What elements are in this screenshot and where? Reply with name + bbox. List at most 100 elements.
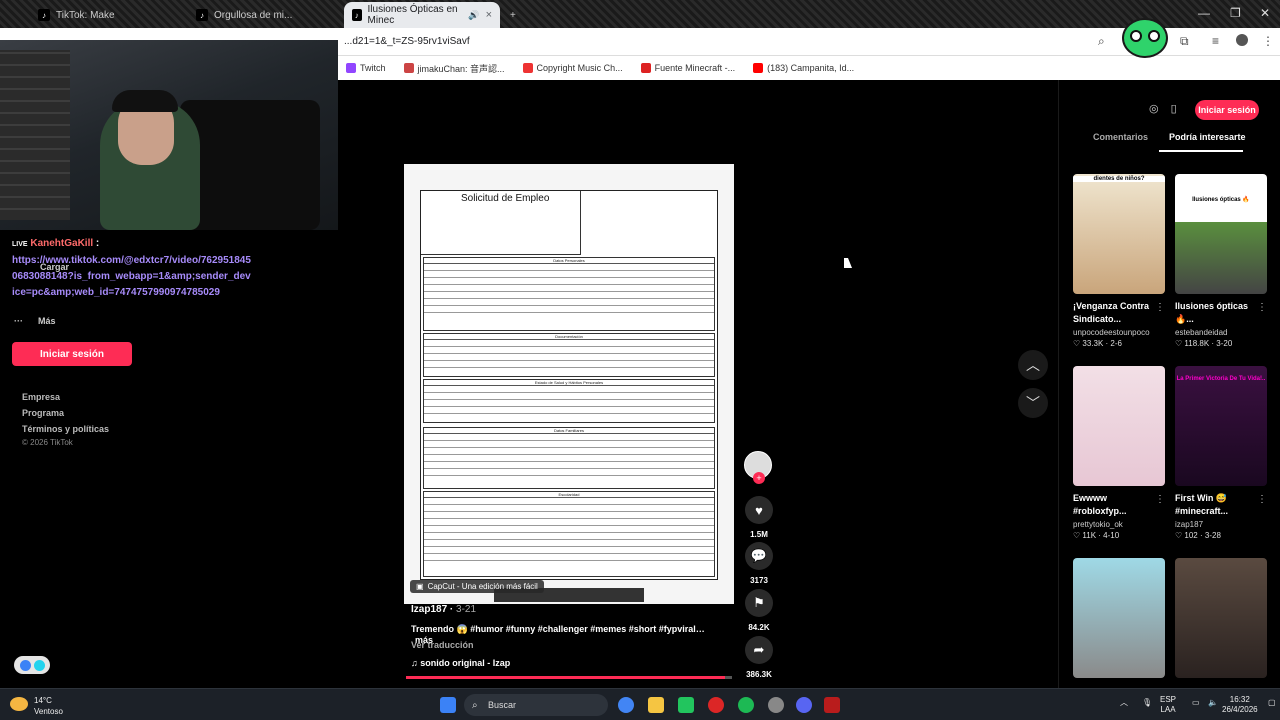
tab-podria-interesarte[interactable]: Podría interesarte — [1169, 132, 1246, 142]
profile-avatar[interactable] — [1236, 34, 1248, 46]
video-card[interactable]: Ewwww #robloxfyp... prettytokio_ok ♡ 11K… — [1073, 366, 1165, 540]
toggle-pill[interactable] — [14, 656, 50, 674]
menu-icon[interactable]: ⋮ — [1262, 34, 1274, 48]
minimize-icon[interactable]: — — [1198, 6, 1210, 20]
url-field[interactable]: ...d21=1&_t=ZS-95rv1viSavf — [340, 32, 1120, 52]
login-button-top[interactable]: Iniciar sesión — [1195, 100, 1259, 120]
extensions-icon[interactable]: ⧉ — [1180, 34, 1189, 49]
footer-terminos[interactable]: Términos y políticas — [22, 424, 109, 434]
app-icon[interactable] — [824, 697, 840, 713]
bookmark-twitch[interactable]: Twitch — [346, 63, 386, 73]
streamer-cap — [112, 90, 178, 112]
footer-empresa[interactable]: Empresa — [22, 392, 60, 402]
new-tab-button[interactable]: + — [502, 4, 522, 26]
discord-icon[interactable] — [796, 697, 812, 713]
video-thumbnail[interactable]: dientes de niños? — [1073, 174, 1165, 294]
tab-tiktok[interactable]: ♪ TikTok: Make — [30, 4, 180, 26]
nav-mas[interactable]: Más — [38, 316, 56, 326]
card-menu-icon[interactable]: ⋮ — [1155, 494, 1165, 505]
video-thumbnail[interactable]: La Primer Victoria De Tu Vida!.. — [1175, 366, 1267, 486]
card-menu-icon[interactable]: ⋮ — [1155, 302, 1165, 313]
opera-icon[interactable] — [708, 697, 724, 713]
nav-cargar[interactable]: Cargar — [40, 262, 69, 272]
close-icon[interactable]: × — [486, 9, 492, 21]
clock[interactable]: 16:32 26/4/2026 — [1222, 695, 1258, 715]
xbox-icon[interactable] — [678, 697, 694, 713]
tab-tiktok-2[interactable]: ♪ Orgullosa de mi... — [188, 4, 338, 26]
comment-action[interactable]: 💬 3173 — [744, 542, 774, 585]
maximize-icon[interactable]: ❐ — [1230, 6, 1241, 20]
bookmark-fuente[interactable]: Fuente Minecraft -... — [640, 63, 735, 73]
tab-title: TikTok: Make — [56, 9, 115, 21]
phone-icon[interactable]: ▯ — [1171, 102, 1177, 115]
next-video-button[interactable]: ﹀ — [1018, 388, 1048, 418]
reading-list-icon[interactable]: ≡ — [1212, 34, 1219, 48]
volume-icon[interactable]: 🔈 — [1208, 698, 1218, 708]
chat-badge: LIVE — [12, 241, 28, 248]
video-thumbnail[interactable]: Ilusiones ópticas 🔥 — [1175, 174, 1267, 294]
video-card[interactable]: dientes de niños? ¡Venganza Contra Sindi… — [1073, 174, 1165, 348]
browser-tab-bar: ♪ TikTok: Make ♪ Orgullosa de mi... ♪ Il… — [0, 0, 1280, 28]
doc-title: Solicitud de Empleo — [461, 193, 550, 204]
music-icon — [522, 63, 533, 73]
zoom-icon[interactable]: ⌕ — [1098, 34, 1105, 49]
video-progress-bar[interactable] — [406, 676, 732, 679]
tab-title: Orgullosa de mi... — [214, 9, 293, 21]
creator-avatar[interactable]: + — [744, 451, 772, 484]
language-indicator[interactable]: ESP LAA — [1160, 695, 1176, 715]
footer-programa[interactable]: Programa — [22, 408, 64, 418]
video-card[interactable] — [1175, 558, 1267, 678]
comment-icon[interactable]: 💬 — [745, 542, 773, 570]
video-card[interactable]: La Primer Victoria De Tu Vida!.. First W… — [1175, 366, 1267, 540]
notification-icon[interactable]: ▢ — [1268, 698, 1276, 708]
video-author[interactable]: Izap187 · 3-21 — [411, 604, 476, 615]
tray-chevron-icon[interactable]: ︿ — [1120, 698, 1128, 708]
taskbar-search[interactable]: ⌕ Buscar — [464, 694, 608, 716]
monitor-icon[interactable]: ▭ — [1192, 698, 1200, 708]
follow-plus-icon[interactable]: + — [753, 472, 765, 484]
frog-sticker — [1122, 18, 1168, 58]
more-icon[interactable]: ··· — [14, 316, 23, 326]
bookmark-campanita[interactable]: (183) Campanita, Id... — [753, 63, 854, 73]
video-thumbnail[interactable] — [1073, 366, 1165, 486]
file-explorer-icon[interactable] — [648, 697, 664, 713]
weather-widget[interactable]: 14°C Ventoso — [34, 695, 63, 717]
windows-start-icon[interactable] — [440, 697, 456, 713]
like-action[interactable]: ♥ 1.5M — [744, 496, 774, 539]
video-card[interactable]: Ilusiones ópticas 🔥 Ilusiones ópticas 🔥.… — [1175, 174, 1267, 348]
sound-link[interactable]: ♫ sonido original - Izap — [411, 658, 510, 668]
bookmark-icon[interactable]: ⚑ — [745, 589, 773, 617]
share-action[interactable]: ➦ 386.3K — [744, 636, 774, 679]
heart-outline-icon: ♡ — [1175, 531, 1183, 540]
save-action[interactable]: ⚑ 84.2K — [744, 589, 774, 632]
spotify-icon[interactable] — [738, 697, 754, 713]
doc-section: Documentación — [423, 333, 715, 377]
bookmark-jimaku[interactable]: jimakuChan: 音声認... — [403, 62, 505, 75]
chrome-icon[interactable] — [618, 697, 634, 713]
window-close-icon[interactable]: ✕ — [1260, 6, 1270, 20]
previous-video-button[interactable]: ︿ — [1018, 350, 1048, 380]
heart-icon[interactable]: ♥ — [745, 496, 773, 524]
job-application-document: Solicitud de Empleo Datos Personales Doc… — [420, 190, 718, 580]
search-icon: ⌕ — [472, 699, 478, 711]
bookmark-copyright[interactable]: Copyright Music Ch... — [522, 63, 623, 73]
video-player[interactable]: Solicitud de Empleo Datos Personales Doc… — [404, 164, 734, 604]
windows-taskbar: 14°C Ventoso ⌕ Buscar ︿ 🎙 ESP LAA ▭ 🔈 16… — [0, 688, 1280, 720]
card-menu-icon[interactable]: ⋮ — [1257, 302, 1267, 313]
tab-active[interactable]: ♪ Ilusiones Ópticas en Minec 🔊 × — [344, 2, 500, 28]
tab-comentarios[interactable]: Comentarios — [1093, 132, 1148, 142]
video-thumbnail[interactable] — [1073, 558, 1165, 678]
share-icon[interactable]: ➦ — [745, 636, 773, 664]
video-thumbnail[interactable] — [1175, 558, 1267, 678]
progress-fill — [406, 676, 726, 679]
microphone-icon[interactable]: 🎙 — [1142, 698, 1152, 708]
right-panel-icons: ◎ ▯ — [1149, 102, 1177, 115]
compass-icon[interactable]: ◎ — [1149, 102, 1159, 115]
card-menu-icon[interactable]: ⋮ — [1257, 494, 1267, 505]
font-icon — [640, 63, 651, 73]
video-card[interactable] — [1073, 558, 1165, 678]
weather-icon[interactable] — [10, 697, 28, 711]
steam-icon[interactable] — [768, 697, 784, 713]
login-button[interactable]: Iniciar sesión — [12, 342, 132, 366]
translate-link[interactable]: Ver traducción — [411, 640, 474, 650]
